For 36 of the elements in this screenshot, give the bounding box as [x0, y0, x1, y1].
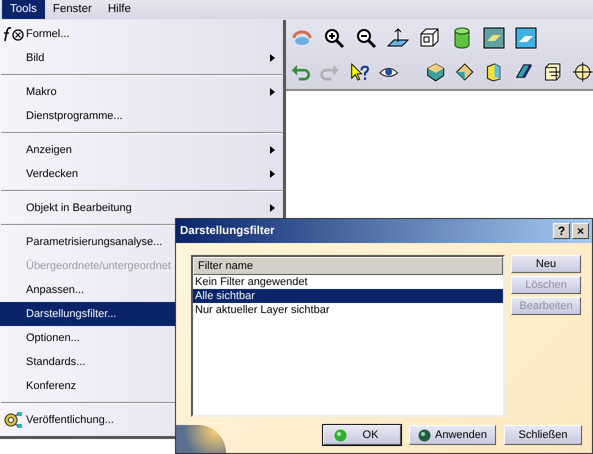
- menu-bar-item[interactable]: Hilfe: [100, 0, 139, 19]
- menu-item[interactable]: Dienstprogramme...: [0, 104, 283, 128]
- menu-item[interactable]: Verdecken: [0, 162, 283, 186]
- zoom-in-icon[interactable]: [322, 26, 346, 50]
- gear-network-icon: [3, 411, 23, 429]
- menu-item[interactable]: Veröffentlichung...: [0, 408, 283, 432]
- submenu-arrow-icon: [270, 88, 275, 96]
- submenu-arrow-icon: [270, 146, 275, 154]
- globe-icon: [418, 428, 431, 442]
- submenu-arrow-icon: [270, 54, 275, 62]
- crosshair-icon[interactable]: [572, 60, 593, 84]
- ok-ball-icon: [334, 428, 346, 442]
- menu-item[interactable]: Bild: [0, 46, 283, 70]
- menu-item[interactable]: Objekt in Bearbeitung: [0, 196, 283, 220]
- dialog-title: Darstellungsfilter: [180, 225, 276, 237]
- column-header[interactable]: Filter name: [193, 257, 503, 275]
- shading-icon[interactable]: [514, 26, 538, 50]
- submenu-arrow-icon: [270, 204, 275, 212]
- menu-bar-item[interactable]: Fenster: [44, 0, 100, 19]
- side-button[interactable]: Neu: [511, 255, 581, 273]
- zoom-out-icon[interactable]: [354, 26, 378, 50]
- submenu-arrow-icon: [270, 170, 275, 178]
- close-button[interactable]: ×: [572, 223, 589, 239]
- help-button[interactable]: ?: [553, 223, 570, 239]
- dialog-button[interactable]: OK: [323, 425, 401, 445]
- shading-icon[interactable]: [482, 26, 506, 50]
- menu-item[interactable]: Makro: [0, 80, 283, 104]
- formula-icon: [3, 26, 25, 42]
- list-row[interactable]: Kein Filter angewendet: [193, 275, 503, 289]
- dialog-button[interactable]: Schließen: [504, 425, 582, 445]
- list-row[interactable]: Alle sichtbar: [193, 289, 503, 303]
- sun-graphic: [176, 425, 226, 453]
- menu-bar-item[interactable]: Tools: [2, 0, 45, 19]
- dialog-button[interactable]: Anwenden: [409, 425, 496, 445]
- menu-item[interactable]: Formel...: [0, 22, 283, 46]
- menu-item[interactable]: Anzeigen: [0, 138, 283, 162]
